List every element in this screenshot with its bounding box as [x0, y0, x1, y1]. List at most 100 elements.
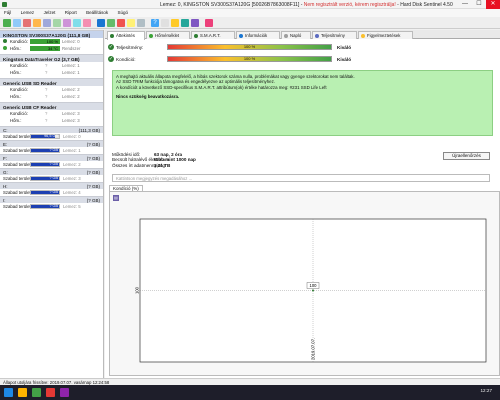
status-bar: Állapot utoljára frissítve: 2019.07.07. …: [0, 378, 500, 385]
tab-bar: Áttekintés Hőmérséklet S.M.A.R.T. Inform…: [105, 30, 500, 40]
drive-letter: C:: [3, 128, 8, 133]
surface-test-icon[interactable]: [33, 19, 41, 27]
menu-help[interactable]: Súgó: [114, 9, 133, 16]
free-space-label: Szabad terület: [3, 176, 31, 181]
app-icon-taskbar-2[interactable]: [60, 388, 69, 397]
alert-icon[interactable]: [117, 19, 125, 27]
free-space-label: Szabad terület: [3, 204, 31, 209]
disk-header[interactable]: Kingston DataTraveler G2 (3,7 GB): [0, 54, 103, 62]
window-title-text: Lemez: 0, KINGSTON SV300S37A120G [50026B…: [160, 2, 304, 8]
row-value: Lemez: 2: [62, 87, 80, 92]
partition-header[interactable]: G: (? GB): [0, 168, 103, 175]
free-space-value: 96,5 GB: [44, 134, 58, 138]
row-label: Hőm.:: [10, 46, 22, 51]
mail-icon[interactable]: [83, 19, 91, 27]
drive-letter: F:: [3, 156, 7, 161]
key-icon[interactable]: [171, 19, 179, 27]
row-bar: ?: [45, 94, 48, 99]
partition-header[interactable]: H: (? GB): [0, 182, 103, 189]
partition-row: Szabad terület ? GB Lemez: 2: [0, 161, 103, 168]
message-recommendation: Nincs szükség beavatkozásra.: [116, 94, 180, 100]
minimize-button[interactable]: —: [458, 0, 472, 9]
disk-row[interactable]: Kondíció:? Lemez: 1: [0, 62, 103, 69]
menu-file[interactable]: Fájl: [0, 9, 15, 16]
menu-settings[interactable]: Beállítások: [82, 9, 112, 16]
tab-overview[interactable]: Áttekintés: [107, 31, 145, 40]
web-icon[interactable]: [181, 19, 189, 27]
tab-alerts[interactable]: Figyelmeztetések: [358, 31, 413, 39]
send-report-icon[interactable]: [53, 19, 61, 27]
disk-header[interactable]: Generic USB CF Reader: [0, 102, 103, 110]
tab-smart[interactable]: S.M.A.R.T.: [191, 31, 235, 39]
menu-disk[interactable]: Lemez: [17, 9, 39, 16]
status-message-box: A meghajtó aktuális állapota megfelelő, …: [112, 70, 493, 136]
disk-row[interactable]: Hőm.:? Lemez: 1: [0, 69, 103, 76]
row-value: Lemez: 3: [62, 111, 80, 116]
explorer-icon[interactable]: [18, 388, 27, 397]
partition-header[interactable]: C: (111,3 GB): [0, 126, 103, 133]
tab-label: Teljesítmény: [321, 33, 345, 38]
exit-icon[interactable]: [205, 19, 213, 27]
tab-label: Napló: [290, 33, 302, 38]
partition-disk: Lemez: 0: [63, 134, 81, 139]
disk-icon[interactable]: [13, 19, 21, 27]
drive-size: (? GB): [86, 142, 100, 147]
condition-row: ✓ Kondíció: 100 % Kiváló: [107, 55, 497, 64]
refresh-icon[interactable]: [3, 19, 11, 27]
row-bar: ?: [45, 87, 48, 92]
tab-temperature[interactable]: Hőmérséklet: [146, 31, 190, 39]
condition-chart: 100 100 2019.07.07.: [135, 218, 487, 363]
row-label: Kondíció:: [10, 63, 28, 68]
options-icon[interactable]: [127, 19, 135, 27]
free-space-value: ? GB: [49, 148, 58, 152]
save-icon[interactable]: [73, 19, 81, 27]
row-value: Rendszer: [62, 46, 81, 51]
link-icon[interactable]: [161, 19, 169, 27]
print-icon[interactable]: [63, 19, 71, 27]
smart-icon[interactable]: [97, 19, 105, 27]
x-tick-label: 2019.07.07.: [311, 338, 316, 360]
partition-header[interactable]: F: (? GB): [0, 154, 103, 161]
partition-row: Szabad terület ? GB Lemez: 4: [0, 189, 103, 196]
tab-label: Információk: [245, 33, 268, 38]
recheck-button[interactable]: Újraellenőrzés: [443, 152, 490, 160]
disk-row[interactable]: Kondíció:? Lemez: 2: [0, 86, 103, 93]
report-icon[interactable]: [43, 19, 51, 27]
app-icon-taskbar[interactable]: [46, 388, 55, 397]
row-value: Lemez: 1: [62, 63, 80, 68]
about-icon[interactable]: [191, 19, 199, 27]
disk-row[interactable]: Kondíció:? Lemez: 3: [0, 110, 103, 117]
disk-row[interactable]: Hőm.: 34 °C Rendszer: [0, 45, 103, 52]
disk-row[interactable]: Kondíció: 100 % Lemez: 0: [0, 38, 103, 45]
close-button[interactable]: ✕: [486, 0, 500, 9]
disk-row[interactable]: Hőm.:? Lemez: 2: [0, 93, 103, 100]
tab-log[interactable]: Napló: [281, 31, 311, 39]
free-space-bar: ? GB: [30, 148, 60, 153]
chrome-icon[interactable]: [32, 388, 41, 397]
free-space-label: Szabad terület: [3, 148, 31, 153]
drive-letter: I:: [3, 198, 6, 203]
help-icon[interactable]: ?: [151, 19, 159, 27]
menu-report[interactable]: Riport: [61, 9, 81, 16]
test-icon[interactable]: [23, 19, 31, 27]
register-warning: Nem regisztrált verzió, kérem regisztrál…: [303, 2, 396, 8]
tools-icon[interactable]: [137, 19, 145, 27]
performance-result: Kiváló: [337, 45, 352, 50]
disk-header[interactable]: KINGSTON SV300S37A120G (111,8 GB): [0, 30, 103, 38]
disk-header[interactable]: Generic USB SD Reader: [0, 78, 103, 86]
maximize-button[interactable]: ☐: [472, 0, 486, 9]
tab-information[interactable]: Információk: [236, 31, 280, 39]
partition-header[interactable]: I: (? GB): [0, 196, 103, 203]
row-value: Lemez: 2: [62, 94, 80, 99]
start-icon[interactable]: [4, 388, 13, 397]
network-icon[interactable]: [107, 19, 115, 27]
comment-input[interactable]: Kattintson megjegyzés megadásához ...: [112, 174, 490, 182]
drive-letter: H:: [3, 184, 8, 189]
disk-row[interactable]: Hőm.:? Lemez: 3: [0, 117, 103, 124]
partition-header[interactable]: E: (? GB): [0, 140, 103, 147]
partition-row: Szabad terület ? GB Lemez: 3: [0, 175, 103, 182]
partition-list: C: (111,3 GB) Szabad terület 96,5 GB Lemez: …: [0, 126, 103, 210]
menu-view[interactable]: Jelzet: [40, 9, 60, 16]
tab-performance[interactable]: Teljesítmény: [312, 31, 357, 39]
app-icon: [2, 2, 7, 7]
